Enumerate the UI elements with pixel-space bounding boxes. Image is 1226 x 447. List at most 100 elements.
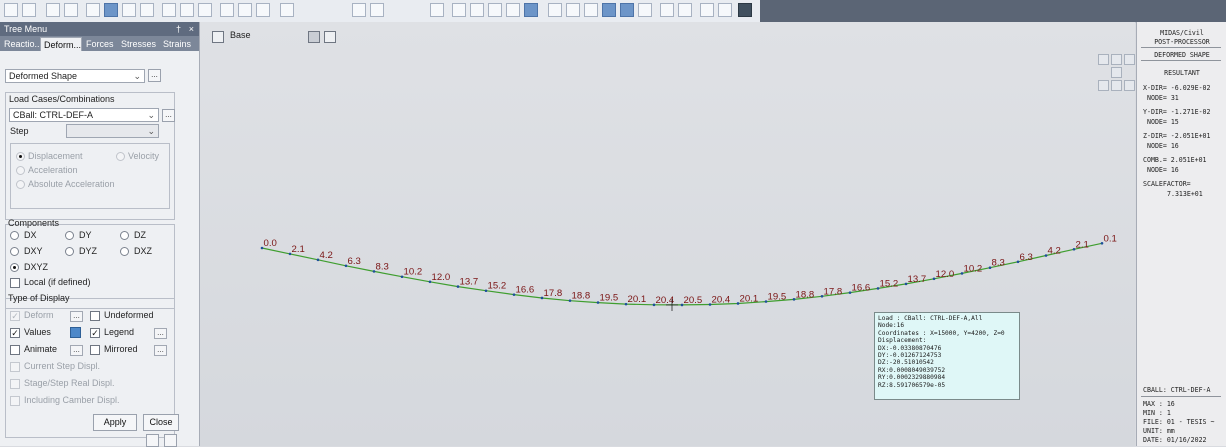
zoom-fit-icon[interactable] <box>452 3 466 17</box>
node-value-label: 2.1 <box>292 244 305 255</box>
component-dyz-label: DYZ <box>79 246 97 256</box>
label-icon[interactable] <box>660 3 674 17</box>
front-view-icon[interactable] <box>566 3 580 17</box>
render-icon[interactable] <box>700 3 714 17</box>
component-dy-radio[interactable] <box>65 231 74 240</box>
date-label: DATE: 01/16/2022 <box>1143 436 1207 444</box>
undeformed-label: Undeformed <box>104 310 154 320</box>
component-dxyz-radio[interactable] <box>10 263 19 272</box>
result-type-options-button[interactable]: ... <box>148 69 161 82</box>
tooltip-rx: RX:0.0008049039752 <box>878 366 946 374</box>
capture-icon[interactable] <box>738 3 752 17</box>
zoom-window-icon[interactable] <box>470 3 484 17</box>
select-icon[interactable] <box>104 3 118 17</box>
pan-icon[interactable] <box>488 3 502 17</box>
animate-checkbox[interactable] <box>10 345 20 355</box>
tab-strains[interactable]: Strains <box>160 37 199 51</box>
load-case-select[interactable]: CBall: CTRL-DEF-A ⌄ <box>9 108 159 122</box>
result-type-select[interactable]: Deformed Shape ⌄ <box>5 69 145 83</box>
tab-forces[interactable]: Forces <box>83 37 117 51</box>
scale-factor-value: 7.313E+01 <box>1167 190 1203 198</box>
mirrored-options-button[interactable]: ... <box>154 345 167 356</box>
tab-stresses[interactable]: Stresses <box>118 37 159 51</box>
node-icon[interactable] <box>198 3 212 17</box>
undeformed-checkbox[interactable] <box>90 311 100 321</box>
pin-icon[interactable]: † <box>176 22 181 36</box>
side-view-icon[interactable] <box>584 3 598 17</box>
legend-options-button[interactable]: ... <box>154 328 167 339</box>
close-icon[interactable]: × <box>189 22 194 36</box>
hidden-icon[interactable] <box>602 3 616 17</box>
node-value-label: 6.3 <box>1020 252 1033 263</box>
activate-icon[interactable] <box>238 3 252 17</box>
y-dir-node: NODE= 15 <box>1147 118 1179 126</box>
max-node: MAX : 16 <box>1143 400 1175 408</box>
paste-icon[interactable] <box>164 434 177 447</box>
deform-checkbox: ✓ <box>10 311 20 321</box>
node-number-icon[interactable] <box>678 3 692 17</box>
node-value-label: 15.2 <box>880 278 899 289</box>
lock-icon[interactable] <box>718 3 732 17</box>
chevron-down-icon: ⌄ <box>147 126 155 136</box>
previous-selection-icon[interactable] <box>180 3 194 17</box>
scale-factor-label: SCALEFACTOR= <box>1143 180 1191 188</box>
polygon-select-icon[interactable] <box>140 3 154 17</box>
deform-options-button[interactable]: ... <box>70 311 83 322</box>
component-dz-radio[interactable] <box>120 231 129 240</box>
absolute-acceleration-label: Absolute Acceleration <box>28 179 115 189</box>
node-value-label: 0.1 <box>1104 233 1117 244</box>
inactivate-icon[interactable] <box>256 3 270 17</box>
tab-reactions[interactable]: Reactio... <box>1 37 40 51</box>
model-viewport[interactable]: Base 0.0 2.1 4.2 6.3 8.3 10.2 12.0 13.7 15.2 16.6… <box>200 22 1135 446</box>
local-if-defined-checkbox[interactable] <box>10 278 20 288</box>
filter-icon[interactable] <box>86 3 100 17</box>
component-dx-radio[interactable] <box>10 231 19 240</box>
component-dxz-radio[interactable] <box>120 247 129 256</box>
display-icon[interactable] <box>430 3 444 17</box>
view-icon[interactable] <box>352 3 366 17</box>
node-value-label: 10.2 <box>964 263 983 274</box>
mirrored-checkbox[interactable] <box>90 345 100 355</box>
tooltip-rz: RZ:8.591706579e-05 <box>878 381 946 389</box>
copy-icon[interactable] <box>146 434 159 447</box>
absolute-acceleration-radio <box>16 180 25 189</box>
close-button[interactable]: Close <box>143 414 179 431</box>
table-icon[interactable] <box>64 3 78 17</box>
acceleration-radio <box>16 166 25 175</box>
tree-menu: Tree Menu † × Reactio... Deform... Force… <box>0 22 200 447</box>
node-value-label: 19.5 <box>768 292 787 303</box>
tree-menu-titlebar: Tree Menu † × <box>0 22 199 36</box>
load-case-name: CBALL: CTRL-DEF-A <box>1143 386 1211 394</box>
node-value-label: 2.1 <box>1076 239 1089 250</box>
unselect-icon[interactable] <box>162 3 176 17</box>
component-dy-label: DY <box>79 230 92 240</box>
undo-icon[interactable] <box>4 3 18 17</box>
window-select-icon[interactable] <box>122 3 136 17</box>
component-dxy-radio[interactable] <box>10 247 19 256</box>
load-case-options-button[interactable]: ... <box>162 109 175 122</box>
rotate-icon[interactable] <box>506 3 520 17</box>
shrink-icon[interactable] <box>620 3 634 17</box>
top-view-icon[interactable] <box>548 3 562 17</box>
node-value-label: 18.8 <box>572 291 591 302</box>
animate-options-button[interactable]: ... <box>70 345 83 356</box>
component-dyz-radio[interactable] <box>65 247 74 256</box>
legend-checkbox[interactable]: ✓ <box>90 328 100 338</box>
grid-icon[interactable] <box>46 3 60 17</box>
values-settings-button[interactable] <box>70 327 81 338</box>
tab-deformations[interactable]: Deform... <box>40 37 82 51</box>
load-case-value: CBall: CTRL-DEF-A <box>13 110 94 120</box>
snap-icon[interactable] <box>370 3 384 17</box>
perspective-icon[interactable] <box>638 3 652 17</box>
node-value-label: 12.0 <box>432 272 451 283</box>
including-camber-displ-label: Including Camber Displ. <box>24 395 120 405</box>
pointer-icon[interactable] <box>280 3 294 17</box>
redo-icon[interactable] <box>22 3 36 17</box>
values-checkbox[interactable]: ✓ <box>10 328 20 338</box>
element-icon[interactable] <box>220 3 234 17</box>
node-value-label: 18.8 <box>796 289 815 300</box>
apply-button[interactable]: Apply <box>93 414 137 431</box>
iso-view-icon[interactable] <box>524 3 538 17</box>
post-title: MIDAS/Civil <box>1160 29 1204 37</box>
x-dir-value: X-DIR= -6.029E-02 <box>1143 84 1211 92</box>
